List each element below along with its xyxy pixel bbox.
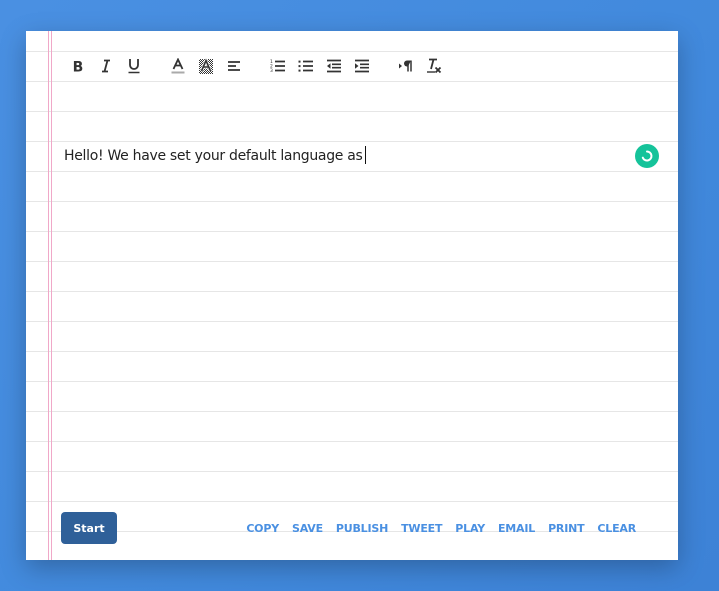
underline-icon xyxy=(128,59,140,74)
ordered-list-button[interactable]: 1 2 3 xyxy=(264,54,292,78)
bullet-list-icon xyxy=(298,60,313,72)
ruled-line xyxy=(26,321,678,322)
ruled-line xyxy=(26,171,678,172)
grammar-checker-button[interactable] xyxy=(635,144,659,168)
ruled-line xyxy=(26,501,678,502)
background-color-button[interactable] xyxy=(192,54,220,78)
clear-format-button[interactable] xyxy=(420,54,448,78)
svg-text:B: B xyxy=(73,60,84,74)
action-copy-link[interactable]: COPY xyxy=(246,522,279,535)
clear-format-icon xyxy=(427,58,442,74)
ruled-line xyxy=(26,471,678,472)
bold-icon: B xyxy=(73,60,84,74)
text-direction-button[interactable] xyxy=(392,54,420,78)
indent-icon xyxy=(355,59,369,73)
italic-button[interactable] xyxy=(92,54,120,78)
italic-icon xyxy=(102,59,110,73)
editor-text: Hello! We have set your default language… xyxy=(64,148,363,164)
ruled-line xyxy=(26,411,678,412)
font-color-icon xyxy=(171,58,185,74)
indent-button[interactable] xyxy=(348,54,376,78)
start-button[interactable]: Start xyxy=(61,512,117,544)
paragraph-direction-icon xyxy=(399,60,412,72)
ruled-lines xyxy=(26,31,678,560)
action-tweet-link[interactable]: TWEET xyxy=(401,522,442,535)
margin-line-left xyxy=(48,31,49,560)
ruled-line xyxy=(26,441,678,442)
outdent-icon xyxy=(327,59,341,73)
action-clear-link[interactable]: CLEAR xyxy=(597,522,636,535)
action-email-link[interactable]: EMAIL xyxy=(498,522,535,535)
underline-button[interactable] xyxy=(120,54,148,78)
bullet-list-button[interactable] xyxy=(292,54,320,78)
footer-actions: COPY SAVE PUBLISH TWEET PLAY EMAIL PRINT CLEAR xyxy=(246,522,636,535)
ruled-line xyxy=(26,81,678,82)
highlight-icon xyxy=(199,58,213,74)
ruled-line xyxy=(26,291,678,292)
ordered-list-icon: 1 2 3 xyxy=(270,59,285,73)
margin-line-right xyxy=(51,31,52,560)
text-caret xyxy=(364,146,366,164)
align-left-icon xyxy=(228,61,240,71)
ruled-line xyxy=(26,201,678,202)
ruled-line xyxy=(26,231,678,232)
formatting-toolbar: B 1 2 3 xyxy=(64,51,448,81)
font-color-button[interactable] xyxy=(164,54,192,78)
ruled-line xyxy=(26,111,678,112)
ruled-line xyxy=(26,141,678,142)
action-play-link[interactable]: PLAY xyxy=(455,522,485,535)
grammar-spinner-icon xyxy=(641,150,653,162)
ruled-line xyxy=(26,261,678,262)
ruled-line xyxy=(26,381,678,382)
action-print-link[interactable]: PRINT xyxy=(548,522,585,535)
text-editor[interactable]: Hello! We have set your default language… xyxy=(64,146,366,166)
action-publish-link[interactable]: PUBLISH xyxy=(336,522,388,535)
bold-button[interactable]: B xyxy=(64,54,92,78)
action-save-link[interactable]: SAVE xyxy=(292,522,323,535)
align-button[interactable] xyxy=(220,54,248,78)
notepad-paper: B 1 2 3 Hello! We have set your default … xyxy=(26,31,678,560)
outdent-button[interactable] xyxy=(320,54,348,78)
svg-text:3: 3 xyxy=(270,68,273,73)
ruled-line xyxy=(26,351,678,352)
